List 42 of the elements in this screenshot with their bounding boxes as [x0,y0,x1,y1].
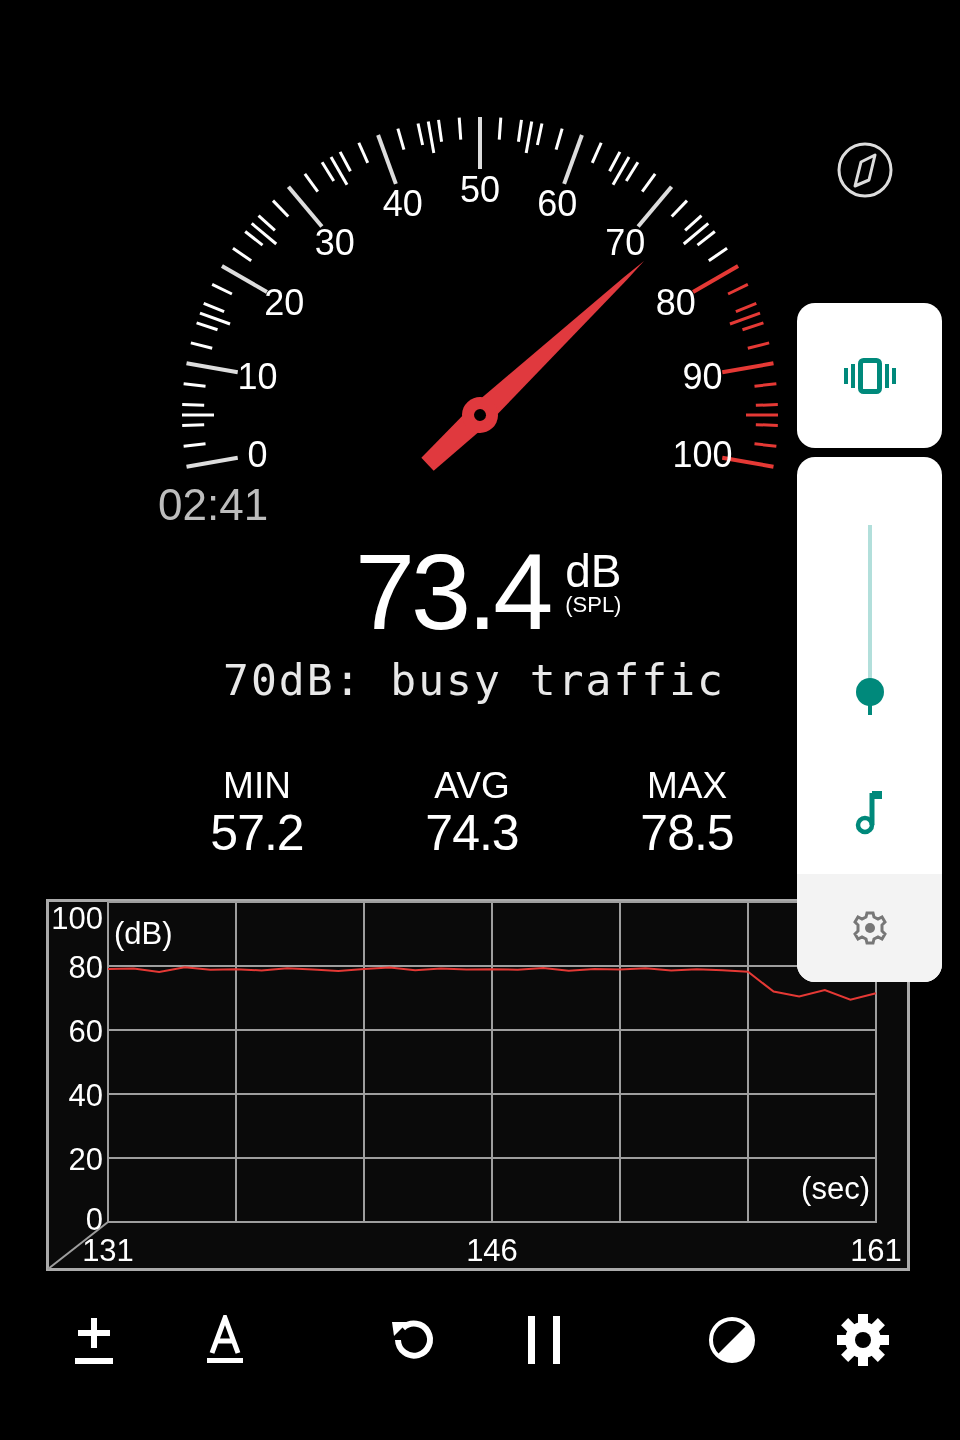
scale-label: 100 [672,434,733,476]
y-axis-title: (dB) [114,916,173,952]
y-axis-label: 40 [68,1078,103,1114]
scale-label: 50 [460,169,500,210]
scale-label: 70 [605,221,646,263]
slider-thumb[interactable] [855,678,884,707]
contrast-icon [708,1316,756,1365]
scale-label: 0 [247,434,268,476]
y-axis-label: 20 [68,1142,103,1178]
elapsed-time: 02:41 [158,480,269,529]
vibrate-button[interactable] [797,303,942,448]
y-axis-label: 100 [51,901,103,937]
unit-label: dB [565,548,622,594]
stat-value: 78.5 [639,807,735,860]
stat-value: 74.3 [424,807,520,860]
x-axis-label: 161 [850,1233,902,1269]
level-description: 70dB: busy traffic [222,657,726,705]
x-axis-label: 146 [466,1233,518,1269]
unit-note: (SPL) [565,594,622,616]
scale-label: 80 [655,282,696,323]
scale-label: 90 [682,355,723,397]
vibrate-icon [843,357,896,394]
volume-settings-button[interactable] [797,874,942,982]
music-note-icon[interactable] [854,791,885,835]
x-axis-title: (sec) [801,1171,870,1207]
y-axis-label: 80 [68,950,103,986]
y-axis-label: 60 [68,1014,103,1050]
pause-icon [528,1316,560,1365]
stat-label: MIN [222,766,292,807]
stat-label: AVG [433,766,511,807]
scale-label: 20 [264,282,305,323]
scale-label: 60 [537,182,578,224]
scale-label: 40 [382,182,423,224]
scale-label: 10 [237,355,278,397]
stat-label: MAX [645,766,729,807]
font-icon [207,1315,243,1366]
stat-value: 57.2 [209,807,305,860]
settings-icon [836,1313,890,1368]
compass-icon[interactable] [837,142,893,198]
scale-label: 30 [314,221,355,263]
settings-icon [852,911,887,945]
sound-level-value: 73.4 [355,538,550,633]
